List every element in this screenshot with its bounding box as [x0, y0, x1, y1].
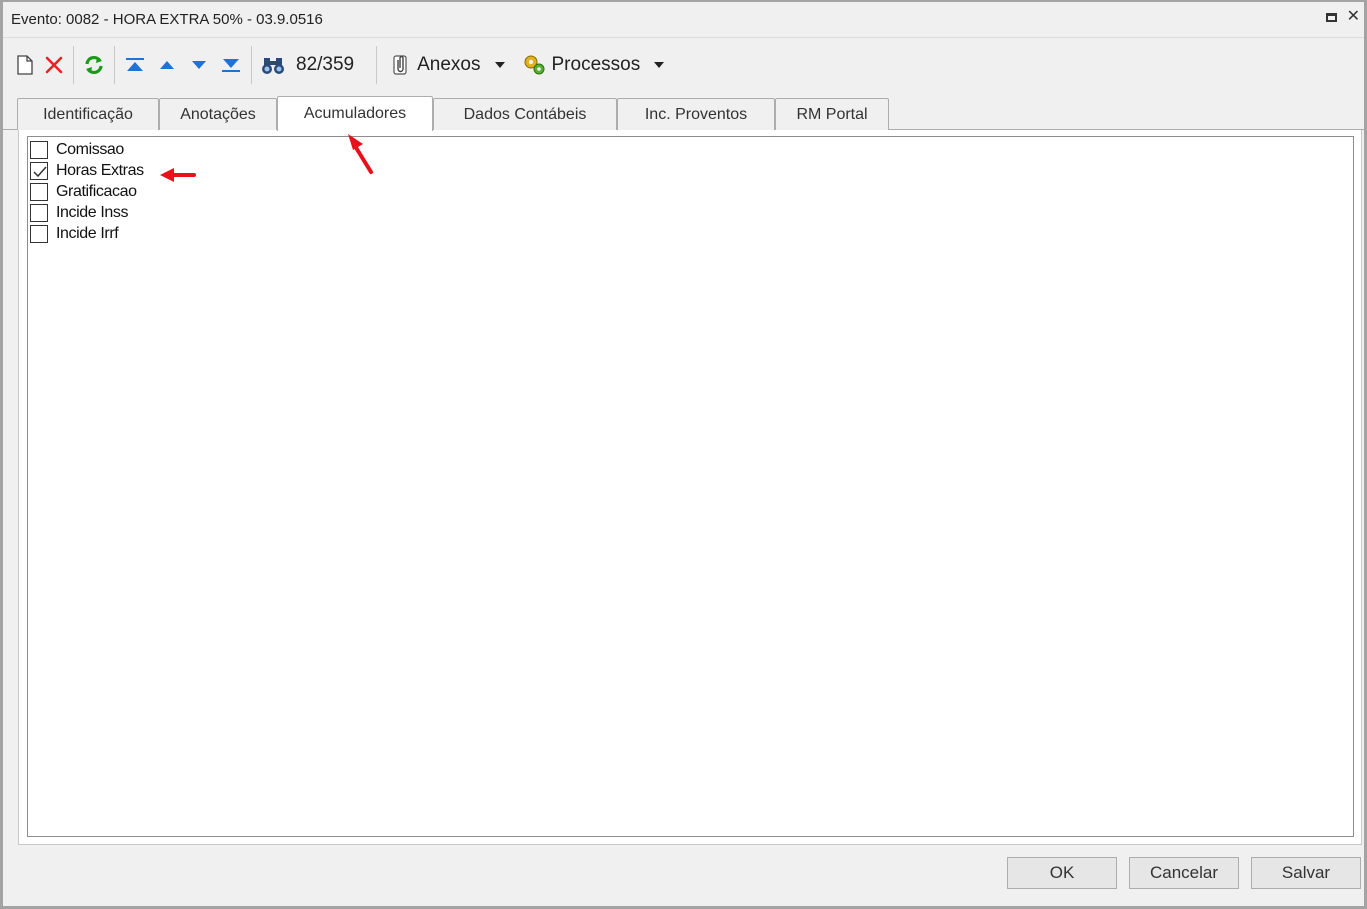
checkbox[interactable] — [30, 204, 48, 222]
tab-label: RM Portal — [796, 105, 868, 123]
tab-inc-proventos[interactable]: Inc. Proventos — [617, 98, 775, 130]
save-button[interactable]: Salvar — [1251, 857, 1361, 889]
close-icon[interactable]: ✕ — [1347, 9, 1360, 25]
checkbox-label: Horas Extras — [56, 162, 144, 179]
next-record-button[interactable] — [183, 48, 215, 82]
previous-record-button[interactable] — [151, 48, 183, 82]
refresh-icon — [85, 55, 103, 75]
toolbar-separator — [73, 46, 74, 84]
tab-dados-contabeis[interactable]: Dados Contábeis — [433, 98, 617, 130]
tab-acumuladores[interactable]: Acumuladores — [277, 96, 433, 131]
cancel-button[interactable]: Cancelar — [1129, 857, 1239, 889]
ok-button[interactable]: OK — [1007, 857, 1117, 889]
paperclip-icon — [393, 55, 407, 75]
tab-rm-portal[interactable]: RM Portal — [775, 98, 889, 130]
accumulator-item-incide-irrf[interactable]: Incide Irrf — [30, 224, 119, 244]
tab-label: Anotações — [180, 105, 256, 123]
tab-identificacao[interactable]: Identificação — [17, 98, 159, 130]
checkbox-label: Incide Irrf — [56, 225, 119, 242]
first-record-icon — [126, 58, 144, 71]
attachments-menu-button[interactable]: Anexos — [381, 48, 516, 82]
record-counter: 82/359 — [296, 54, 355, 75]
processes-menu-button[interactable]: Processos — [517, 48, 670, 82]
delete-record-button[interactable] — [39, 48, 69, 82]
new-record-button[interactable] — [11, 48, 39, 82]
event-dialog-window: Evento: 0082 - HORA EXTRA 50% - 03.9.051… — [0, 0, 1367, 909]
binoculars-icon — [262, 58, 284, 74]
first-record-button[interactable] — [119, 48, 151, 82]
accumulator-item-incide-inss[interactable]: Incide Inss — [30, 203, 128, 223]
toolbar: 82/359 Anexos Processos — [3, 39, 1364, 91]
tab-anotacoes[interactable]: Anotações — [159, 98, 277, 130]
attachments-label: Anexos — [417, 54, 481, 75]
last-record-button[interactable] — [215, 48, 247, 82]
checkbox[interactable] — [30, 162, 48, 180]
checkbox[interactable] — [30, 183, 48, 201]
toolbar-separator — [376, 46, 378, 84]
checkbox[interactable] — [30, 141, 48, 159]
title-bar[interactable]: Evento: 0082 - HORA EXTRA 50% - 03.9.051… — [3, 2, 1364, 38]
last-record-icon — [222, 59, 240, 72]
window-title: Evento: 0082 - HORA EXTRA 50% - 03.9.051… — [11, 11, 323, 28]
toolbar-separator — [114, 46, 115, 84]
accumulator-item-gratificacao[interactable]: Gratificacao — [30, 182, 137, 202]
new-document-icon — [17, 55, 33, 75]
tab-label: Dados Contábeis — [463, 105, 587, 123]
tab-label: Inc. Proventos — [644, 105, 748, 123]
tab-strip: Identificação Anotações Acumuladores Dad… — [17, 96, 1356, 131]
checkbox[interactable] — [30, 225, 48, 243]
search-button[interactable] — [256, 48, 290, 82]
toolbar-separator — [251, 46, 252, 84]
checkbox-label: Comissao — [56, 141, 124, 158]
tab-label: Acumuladores — [303, 105, 407, 122]
arrow-up-icon — [160, 61, 174, 69]
check-icon — [33, 166, 47, 178]
accumulator-item-horas-extras[interactable]: Horas Extras — [30, 161, 144, 181]
accumulator-item-comissao[interactable]: Comissao — [30, 140, 124, 160]
accumulators-tab-panel: Comissao Horas Extras Gratificacao Incid… — [18, 130, 1362, 845]
checkbox-label: Incide Inss — [56, 204, 129, 221]
chevron-down-icon — [654, 62, 665, 68]
restore-icon[interactable] — [1325, 12, 1337, 22]
processes-label: Processos — [551, 54, 641, 75]
tab-label: Identificação — [43, 105, 133, 123]
gears-icon — [524, 55, 544, 75]
arrow-down-icon — [192, 61, 206, 69]
accumulators-checklist: Comissao Horas Extras Gratificacao Incid… — [27, 136, 1354, 837]
checkbox-label: Gratificacao — [56, 183, 137, 200]
delete-icon — [45, 56, 63, 74]
chevron-down-icon — [494, 62, 505, 68]
refresh-button[interactable] — [78, 48, 110, 82]
